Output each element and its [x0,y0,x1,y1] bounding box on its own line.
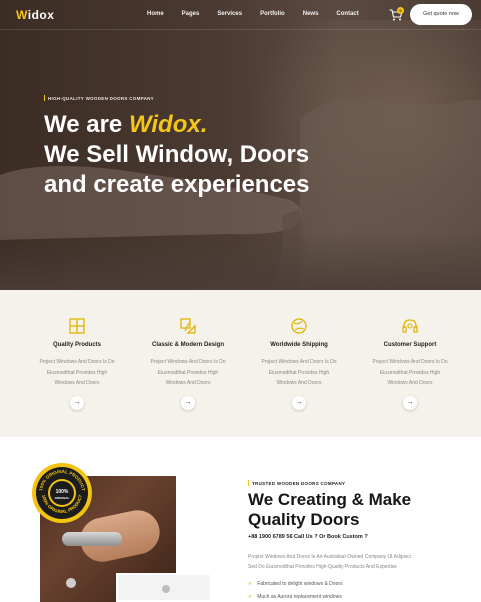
hero-heading: We are Widox. We Sell Window, Doors and … [44,110,310,200]
svg-text:100%: 100% [56,489,69,495]
logo-letter: W [16,8,28,22]
features-section: Quality Products Project Windows And Doo… [0,290,481,437]
about-heading-line1: We Creating & Make [248,490,412,509]
feature-desc-line: Eiusmodthat Provides High [379,369,441,376]
nav-link-contact[interactable]: Contact [336,11,358,17]
get-quote-button[interactable]: Get quote now [410,4,472,25]
cart-count-badge: 0 [397,7,404,14]
hero-section: Widox Home Pages Services Portfolio News… [0,0,481,290]
nav-link-services[interactable]: Services [217,11,242,17]
feature-title: Quality Products [52,342,101,348]
nav-link-portfolio[interactable]: Portfolio [260,11,285,17]
feature-desc-line: Windows And Doors [165,380,211,386]
about-heading-line2: Quality Doors [248,510,360,529]
feature-description: Project Windows And Doors Is Do Eiusmodt… [22,357,132,389]
about-phone-line[interactable]: +88 1900 6789 56 Call Us ? Or Book Custo… [248,534,368,540]
window-icon [69,318,85,334]
hero-heading-brand: Widox. [128,111,208,138]
hero-heading-prefix: We are [44,111,129,138]
feature-title: Classic & Modern Design [151,342,225,348]
nav-links: Home Pages Services Portfolio News Conta… [147,11,377,17]
headset-icon [402,319,418,333]
about-tag-text: TRUSTED WOODEN DOORS COMPANY [252,481,346,486]
tagline-accent-bar [44,95,45,101]
feature-description: Project Windows And Doors Is Do Eiusmodt… [133,357,243,389]
hero-heading-line3: and create experiences [44,171,310,198]
about-desc-line: Sed Do Eiusmodthat Provides High-Quality… [248,564,397,570]
door-handle-shape [62,532,122,546]
about-tagline: TRUSTED WOODEN DOORS COMPANY [248,480,345,486]
original-product-seal: 100% ORIGINAL PRODUCT 100% ORIGINAL PROD… [32,463,92,523]
feature-desc-line: Windows And Doors [387,380,433,386]
svg-text:ORIGINAL: ORIGINAL [55,496,70,500]
top-navigation: Widox Home Pages Services Portfolio News… [0,0,481,30]
checkmark-icon: ✓ [248,594,253,600]
feature-arrow-button[interactable]: → [181,396,195,410]
feature-title: Customer Support [383,342,437,348]
feature-desc-line: Windows And Doors [54,380,100,386]
about-check-list: ✓ Fabricated to delight windows & Doors ✓… [248,578,343,602]
checkmark-icon: ✓ [248,581,253,587]
feature-arrow-button[interactable]: → [403,396,417,410]
feature-desc-line: Project Windows And Doors Is Do [39,359,115,365]
feature-desc-line: Eiusmodthat Provides High [46,369,108,376]
feature-arrow-button[interactable]: → [292,396,306,410]
check-item-text: Much as Aurora replacement windows [257,594,342,600]
door-knob-shape [162,585,170,593]
hero-tag-text: HIGH-QUALITY WOODEN DOORS COMPANY [48,96,154,101]
feature-desc-line: Project Windows And Doors Is Do [150,359,226,365]
feature-desc-line: Project Windows And Doors Is Do [372,359,448,365]
nav-link-pages[interactable]: Pages [182,11,200,17]
white-door-photo [116,573,212,602]
feature-description: Project Windows And Doors Is Do Eiusmodt… [244,357,354,389]
globe-icon [291,318,307,334]
feature-desc-line: Eiusmodthat Provides High [268,369,330,376]
tagline-accent-bar [248,480,249,486]
nav-link-home[interactable]: Home [147,11,164,17]
feature-desc-line: Windows And Doors [276,380,322,386]
check-item-text: Fabricated to delight windows & Doors [257,581,343,587]
check-list-item: ✓ Fabricated to delight windows & Doors [248,578,343,591]
feature-arrow-button[interactable]: → [70,396,84,410]
logo-text: idox [27,8,55,22]
hero-floor-shade [0,232,481,290]
about-heading: We Creating & Make Quality Doors [248,490,468,530]
hero-heading-line2: We Sell Window, Doors [44,141,310,168]
nav-link-news[interactable]: News [303,11,319,17]
hero-heading-line1: We are Widox. [44,110,310,140]
site-logo[interactable]: Widox [16,8,54,22]
check-list-item: ✓ Much as Aurora replacement windows [248,591,343,602]
about-desc-line: Project Windows And Doors Is An Australi… [248,554,411,560]
about-description: Project Windows And Doors Is An Australi… [248,552,458,572]
feature-desc-line: Project Windows And Doors Is Do [261,359,337,365]
design-tools-icon [180,318,196,334]
feature-title: Worldwide Shipping [270,342,328,348]
door-lock-shape [66,578,76,588]
feature-desc-line: Eiusmodthat Provides High [157,369,219,376]
feature-description: Project Windows And Doors Is Do Eiusmodt… [355,357,465,389]
hero-tagline: HIGH-QUALITY WOODEN DOORS COMPANY [44,95,154,101]
